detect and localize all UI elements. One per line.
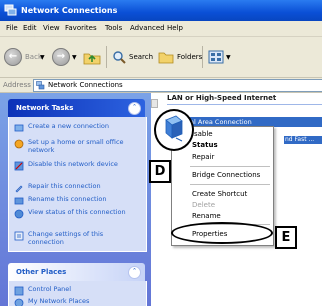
folders-button[interactable]: Folders: [158, 44, 202, 70]
folders-label: Folders: [177, 53, 203, 61]
forward-dropdown[interactable]: ▼: [72, 44, 77, 70]
menu-advanced[interactable]: Advanced: [130, 24, 165, 32]
menu-file[interactable]: File: [6, 24, 18, 32]
network-places-icon: [14, 298, 24, 306]
status-icon: [14, 209, 24, 219]
menu-tools[interactable]: Tools: [105, 24, 122, 32]
views-icon: [208, 50, 224, 64]
menu-item-repair[interactable]: Repair: [192, 153, 214, 161]
search-icon: [113, 51, 126, 64]
task-label: Set up a home or small office network: [28, 138, 124, 154]
menu-item-delete: Delete: [192, 201, 215, 209]
menu-bar: File Edit View Favorites Tools Advanced …: [0, 21, 322, 37]
group-title: LAN or High-Speed Internet: [167, 94, 277, 102]
home-network-icon: [14, 139, 24, 149]
network-connections-icon: [4, 4, 17, 16]
network-tasks-panel: Create a new connection Set up a home or…: [8, 117, 147, 252]
folders-icon: [158, 52, 174, 64]
address-bar: Address Network Connections: [0, 78, 322, 93]
control-panel-icon: [14, 286, 24, 296]
place-label: My Network Places: [28, 297, 90, 305]
menu-separator: [190, 184, 270, 185]
task-label: View status of this connection: [28, 208, 126, 216]
disable-device-icon: [14, 161, 24, 171]
connection-device-label: nd Fast ...: [284, 136, 322, 144]
network-connection-icon[interactable]: [162, 114, 186, 142]
rename-icon: [14, 197, 24, 205]
other-places-title: Other Places: [16, 268, 67, 276]
menu-edit[interactable]: Edit: [23, 24, 37, 32]
views-button[interactable]: ▼: [208, 44, 231, 70]
collapse-chevron-icon[interactable]: ˆ: [128, 266, 141, 279]
back-dropdown[interactable]: ▼: [40, 44, 45, 70]
callout-e: E: [275, 226, 297, 249]
toolbar-separator: [106, 46, 107, 68]
menu-item-bridge-connections[interactable]: Bridge Connections: [192, 171, 260, 179]
back-arrow-icon: ←: [4, 48, 22, 66]
menu-item-create-shortcut[interactable]: Create Shortcut: [192, 190, 247, 198]
task-label: Change settings of this connection: [28, 230, 104, 246]
menu-item-status[interactable]: Status: [192, 141, 218, 149]
up-folder-button[interactable]: [83, 44, 101, 70]
task-label: Repair this connection: [28, 182, 101, 190]
menu-view[interactable]: View: [43, 24, 60, 32]
search-label: Search: [129, 53, 154, 61]
collapse-chevron-icon[interactable]: ˆ: [128, 102, 141, 115]
network-connections-window: Network Connections File Edit View Favor…: [0, 0, 322, 306]
callout-d: D: [149, 160, 171, 183]
window-title: Network Connections: [21, 6, 118, 15]
back-button[interactable]: ← Back: [4, 44, 42, 70]
network-connections-icon: [36, 81, 45, 90]
menu-favorites[interactable]: Favorites: [65, 24, 97, 32]
new-connection-icon: [14, 124, 24, 132]
menu-help[interactable]: Help: [167, 24, 183, 32]
search-button[interactable]: Search: [112, 44, 153, 70]
other-places-header[interactable]: Other Places ˆ: [8, 263, 145, 281]
address-field[interactable]: Network Connections: [33, 79, 322, 92]
place-label: Control Panel: [28, 285, 72, 293]
forward-arrow-icon: →: [52, 48, 70, 66]
task-label: Rename this connection: [28, 195, 107, 203]
repair-icon: [15, 185, 23, 193]
group-divider: [167, 104, 322, 105]
network-tasks-header[interactable]: Network Tasks ˆ: [8, 99, 145, 117]
menu-separator: [190, 166, 270, 167]
splitter-handle[interactable]: [151, 99, 158, 108]
properties-highlight: [171, 222, 273, 244]
chevron-down-icon: ▼: [40, 53, 45, 61]
toolbar-separator: [202, 46, 203, 68]
chevron-down-icon: ▼: [72, 53, 77, 61]
toolbar: ← Back ▼ → ▼ Search Folders ▼: [0, 37, 322, 78]
network-tasks-title: Network Tasks: [16, 104, 74, 112]
up-folder-icon: [83, 53, 101, 65]
task-label: Disable this network device: [28, 160, 118, 168]
connection-detail: nd Fast ...: [285, 136, 315, 143]
menu-item-disable[interactable]: isable: [192, 130, 213, 138]
other-places-panel: Control Panel My Network Places: [8, 281, 147, 306]
address-label: Address: [3, 81, 31, 89]
chevron-down-icon: ▼: [226, 53, 231, 61]
title-bar[interactable]: Network Connections: [0, 0, 322, 21]
address-value: Network Connections: [48, 81, 123, 89]
settings-icon: [14, 231, 24, 241]
task-pane: Network Tasks ˆ Create a new connection …: [0, 93, 151, 306]
menu-item-rename[interactable]: Rename: [192, 212, 221, 220]
task-label: Create a new connection: [28, 122, 110, 130]
forward-button[interactable]: →: [52, 44, 70, 70]
